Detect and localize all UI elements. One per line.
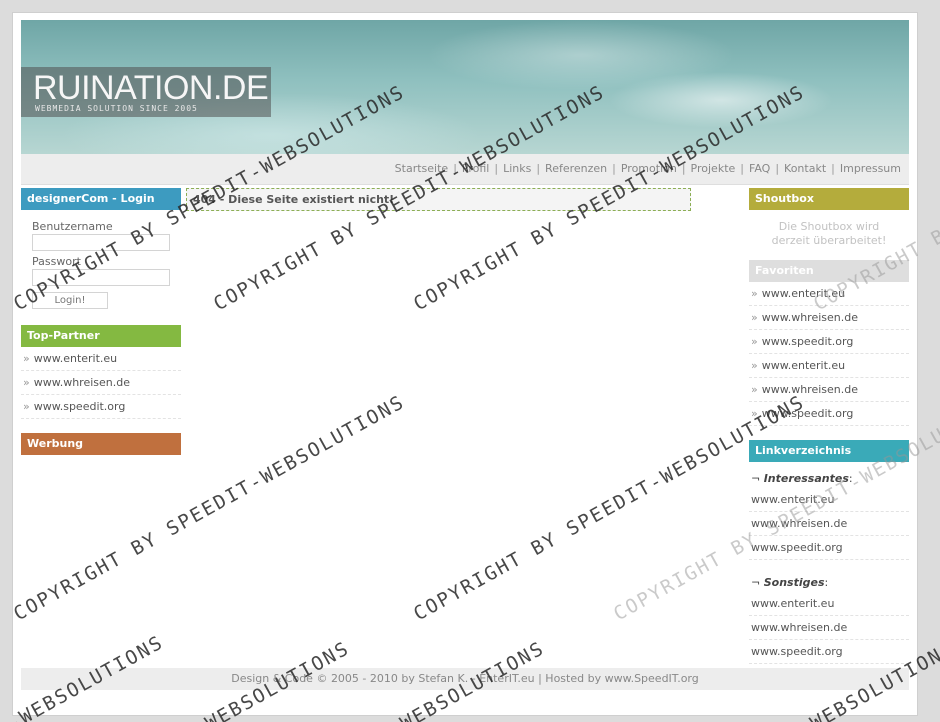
shoutbox-line: Die Shoutbox wird [778, 220, 880, 233]
top-partner-list: » www.enterit.eu » www.whreisen.de » www.sp… [21, 347, 181, 419]
logo-title: RUINATION.DE [33, 69, 269, 107]
login-box-title: designerCom - Login [21, 188, 181, 210]
favorite-link[interactable]: www.whreisen.de [762, 311, 858, 324]
category-list: www.enterit.eu www.whreisen.de www.speed… [749, 592, 909, 664]
login-form: Benutzername Passwort Login! [21, 210, 181, 317]
main-nav: Startseite | Profil | Links | Referenzen | Promo… [395, 162, 901, 175]
username-label: Benutzername [32, 220, 113, 233]
favorite-link[interactable]: www.enterit.eu [762, 287, 845, 300]
nav-separator: | [612, 162, 616, 175]
list-item: » www.speedit.org [749, 330, 909, 354]
werbung-title: Werbung [21, 433, 181, 455]
left-sidebar: designerCom - Login Benutzername Passwor… [21, 188, 181, 455]
username-input[interactable] [32, 234, 170, 251]
arrow-icon: » [751, 311, 758, 324]
favoriten-list: » www.enterit.eu » www.whreisen.de » www.sp… [749, 282, 909, 426]
linkverzeichnis-title: Linkverzeichnis [749, 440, 909, 462]
nav-projekte[interactable]: Projekte [691, 162, 736, 175]
list-item: » www.enterit.eu [749, 282, 909, 306]
shoutbox-message: Die Shoutbox wird derzeit überarbeitet! [749, 210, 909, 260]
partner-link[interactable]: www.enterit.eu [34, 352, 117, 365]
list-item: www.speedit.org [749, 640, 909, 664]
nav-links[interactable]: Links [503, 162, 531, 175]
nav-impressum[interactable]: Impressum [840, 162, 901, 175]
directory-link[interactable]: www.enterit.eu [751, 493, 834, 506]
main-content: 404 - Diese Seite existiert nicht! [186, 188, 742, 211]
favorite-link[interactable]: www.speedit.org [762, 407, 854, 420]
partner-link[interactable]: www.whreisen.de [34, 376, 130, 389]
arrow-icon: » [751, 287, 758, 300]
top-partner-title: Top-Partner [21, 325, 181, 347]
partner-link[interactable]: www.speedit.org [34, 400, 126, 413]
list-item: www.whreisen.de [749, 616, 909, 640]
favoriten-title: Favoriten [749, 260, 909, 282]
login-button[interactable]: Login! [32, 292, 108, 309]
nav-separator: | [536, 162, 541, 175]
header-banner: RUINATION.DE WEBMEDIA SOLUTION SINCE 200… [21, 20, 909, 154]
nav-promotion[interactable]: Promotion [621, 162, 677, 175]
favorite-link[interactable]: www.enterit.eu [762, 359, 845, 372]
right-sidebar: Shoutbox Die Shoutbox wird derzeit übera… [749, 188, 909, 664]
footer: Design & Code © 2005 - 2010 by Stefan K.… [21, 668, 909, 690]
directory-link[interactable]: www.enterit.eu [751, 597, 834, 610]
arrow-icon: » [751, 383, 758, 396]
shoutbox-title: Shoutbox [749, 188, 909, 210]
list-item: www.enterit.eu [749, 488, 909, 512]
list-item: » www.whreisen.de [749, 378, 909, 402]
password-label: Passwort [32, 255, 81, 268]
arrow-icon: » [751, 335, 758, 348]
shoutbox-line: derzeit überarbeitet! [771, 234, 887, 247]
arrow-icon: » [23, 376, 30, 389]
favorite-link[interactable]: www.speedit.org [762, 335, 854, 348]
nav-separator: | [740, 162, 744, 175]
arrow-icon: » [751, 359, 758, 372]
list-item: www.enterit.eu [749, 592, 909, 616]
nav-separator: | [494, 162, 499, 175]
list-item: » www.speedit.org [21, 395, 181, 419]
directory-link[interactable]: www.speedit.org [751, 645, 843, 658]
navigation-bar: Startseite | Profil | Links | Referenzen | Promo… [21, 154, 909, 185]
nav-separator: | [453, 162, 457, 175]
nav-separator: | [775, 162, 780, 175]
site-logo[interactable]: RUINATION.DE WEBMEDIA SOLUTION SINCE 200… [21, 67, 271, 117]
nav-profil[interactable]: Profil [462, 162, 489, 175]
list-item: » www.enterit.eu [21, 347, 181, 371]
nav-kontakt[interactable]: Kontakt [784, 162, 826, 175]
arrow-icon: » [751, 407, 758, 420]
directory-link[interactable]: www.whreisen.de [751, 621, 847, 634]
list-item: » www.whreisen.de [21, 371, 181, 395]
category-sonstiges: ¬ Sonstiges: [751, 576, 829, 589]
arrow-icon: » [23, 352, 30, 365]
category-label: Interessantes [763, 472, 849, 485]
logo-subtitle: WEBMEDIA SOLUTION SINCE 2005 [35, 104, 198, 113]
list-item: » www.whreisen.de [749, 306, 909, 330]
nav-referenzen[interactable]: Referenzen [545, 162, 607, 175]
list-item: www.whreisen.de [749, 512, 909, 536]
error-message: 404 - Diese Seite existiert nicht! [186, 188, 691, 211]
category-label: Sonstiges [763, 576, 825, 589]
nav-startseite[interactable]: Startseite [395, 162, 449, 175]
favorite-link[interactable]: www.whreisen.de [762, 383, 858, 396]
arrow-icon: » [23, 400, 30, 413]
nav-separator: | [681, 162, 686, 175]
category-list: www.enterit.eu www.whreisen.de www.speed… [749, 488, 909, 560]
nav-separator: | [831, 162, 835, 175]
list-item: » www.speedit.org [749, 402, 909, 426]
nav-faq[interactable]: FAQ [749, 162, 770, 175]
directory-link[interactable]: www.whreisen.de [751, 517, 847, 530]
category-marker: ¬ [751, 576, 764, 589]
list-item: » www.enterit.eu [749, 354, 909, 378]
category-interessantes: ¬ Interessantes: [751, 472, 853, 485]
directory-link[interactable]: www.speedit.org [751, 541, 843, 554]
page-container: RUINATION.DE WEBMEDIA SOLUTION SINCE 200… [12, 12, 918, 716]
password-input[interactable] [32, 269, 170, 286]
category-marker: ¬ [751, 472, 764, 485]
list-item: www.speedit.org [749, 536, 909, 560]
